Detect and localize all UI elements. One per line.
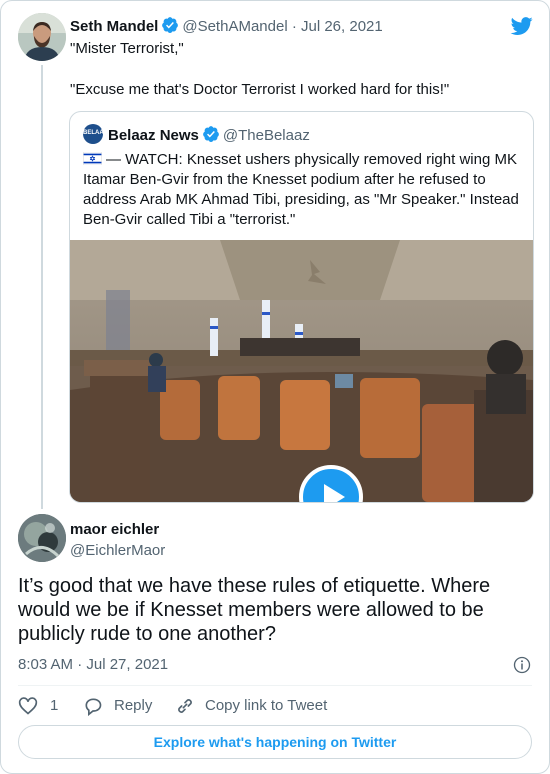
heart-icon [18,697,38,715]
verified-badge-icon [203,126,219,142]
quoted-author-handle: @TheBelaaz [222,127,310,144]
quoted-author-name: Belaaz News [108,127,199,144]
author-handle[interactable]: @SethAMandel [182,18,287,35]
author-name[interactable]: Seth Mandel [70,18,158,35]
israel-flag-icon [83,152,102,165]
reply-timestamp[interactable]: 8:03 AM · Jul 27, 2021 [18,656,168,673]
reply-label: Reply [114,697,153,714]
quoted-avatar[interactable]: BELAAZ [83,124,108,144]
quoted-text-block: — WATCH: Knesset ushers physically remov… [83,150,523,230]
quoted-avatar-logo-text: BELAAZ [83,130,108,136]
avatar[interactable] [18,13,66,61]
video-thumbnail[interactable] [70,240,533,502]
tweet-date[interactable]: · Jul 26, 2021 [292,18,383,35]
tweet-text-line-2: "Excuse me that's Doctor Terrorist I wor… [70,81,450,98]
thread-line [41,65,43,509]
verified-badge-icon [162,17,179,33]
reply-author-name[interactable]: maor eichler [70,521,159,538]
tweet-header: Seth Mandel @SethAMandel · Jul 26, 2021 [70,16,383,35]
knesset-scene-image [70,240,533,502]
quoted-header: Belaaz News @TheBelaaz [108,125,310,144]
reply-avatar-image [18,514,66,562]
explore-button[interactable]: Explore what's happening on Twitter [18,725,532,759]
twitter-bird-icon[interactable] [510,15,534,37]
avatar-image [18,13,66,61]
avatar[interactable] [18,514,66,562]
like-count: 1 [50,697,59,714]
tweet-text-line-1: "Mister Terrorist," [70,40,184,57]
reply-author-handle[interactable]: @EichlerMaor [70,542,165,559]
quoted-text: — WATCH: Knesset ushers physically remov… [83,151,519,228]
like-button[interactable]: 1 [18,695,63,717]
tweet-embed-card: Seth Mandel @SethAMandel · Jul 26, 2021 "… [0,0,550,774]
reply-text: It’s good that we have these rules of et… [18,575,491,645]
info-icon[interactable] [513,656,531,674]
copy-link-label: Copy link to Tweet [205,697,328,714]
reply-button[interactable]: Reply [83,695,158,717]
copy-link-button[interactable]: Copy link to Tweet [175,695,335,717]
link-icon [178,699,192,713]
play-icon[interactable] [299,465,363,502]
divider [18,685,532,686]
reply-icon [85,698,102,716]
quoted-tweet[interactable]: BELAAZ Belaaz News @TheBelaaz — WATCH: Kn… [69,111,534,503]
